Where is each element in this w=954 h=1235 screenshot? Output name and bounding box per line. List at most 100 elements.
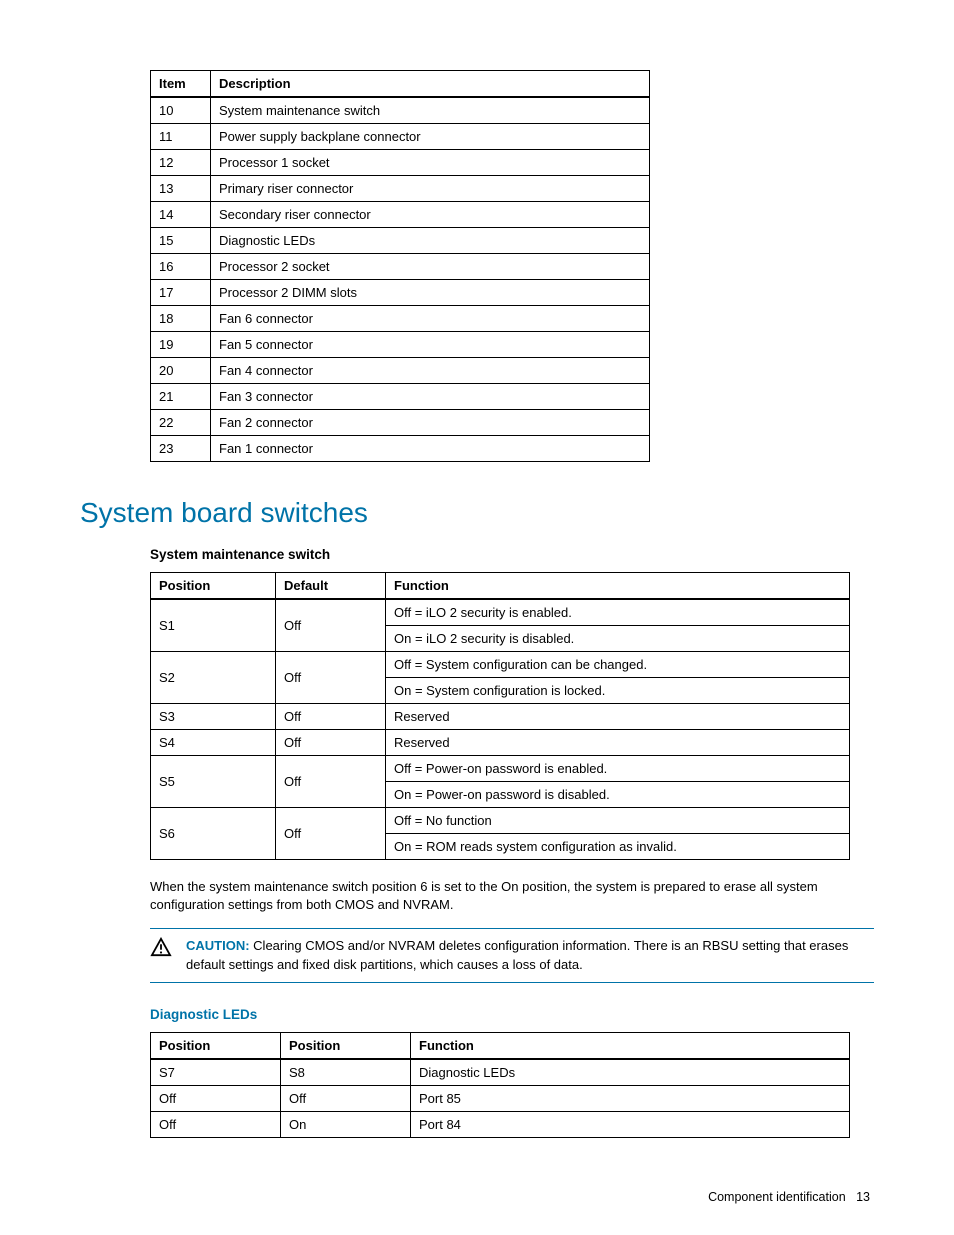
table-cell: 18 [151,306,211,332]
table-cell: Off [151,1085,281,1111]
table-row: S4OffReserved [151,730,850,756]
cell-function: On = iLO 2 security is disabled. [386,626,850,652]
cell-position: S3 [151,704,276,730]
switch-table-wrapper: Position Default Function S1OffOff = iLO… [150,572,874,860]
table-row: 15Diagnostic LEDs [151,228,650,254]
table-row: 20Fan 4 connector [151,358,650,384]
footer-section: Component identification [708,1190,846,1204]
table-cell: Secondary riser connector [211,202,650,228]
switch-table-body: S1OffOff = iLO 2 security is enabled.On … [151,599,850,860]
cell-function: On = System configuration is locked. [386,678,850,704]
component-table-wrapper: Item Description 10System maintenance sw… [150,70,874,462]
table-cell: Fan 2 connector [211,410,650,436]
table-cell: Fan 5 connector [211,332,650,358]
table-row: 14Secondary riser connector [151,202,650,228]
table-cell: 13 [151,176,211,202]
table-cell: Fan 3 connector [211,384,650,410]
table-cell: Processor 1 socket [211,150,650,176]
table-row: OffOnPort 84 [151,1111,850,1137]
cell-default: Off [276,599,386,652]
table-cell: Port 85 [411,1085,850,1111]
table-row: OffOffPort 85 [151,1085,850,1111]
caution-label: CAUTION: [186,938,250,953]
cell-default: Off [276,756,386,808]
maintenance-switch-subheading: System maintenance switch [150,547,874,562]
table-cell: Fan 6 connector [211,306,650,332]
cell-default: Off [276,704,386,730]
table-row: S3OffReserved [151,704,850,730]
table-cell: 10 [151,97,211,124]
table-cell: S7 [151,1059,281,1086]
table-cell: Diagnostic LEDs [211,228,650,254]
table-row: 22Fan 2 connector [151,410,650,436]
table-cell: Fan 1 connector [211,436,650,462]
table-cell: Diagnostic LEDs [411,1059,850,1086]
header-default: Default [276,573,386,600]
table-row: 17Processor 2 DIMM slots [151,280,650,306]
table-cell: 11 [151,124,211,150]
cell-function: Reserved [386,704,850,730]
table-row: 21Fan 3 connector [151,384,650,410]
caution-icon [150,937,172,960]
footer-page: 13 [856,1190,870,1204]
header-function: Function [411,1032,850,1059]
table-cell: On [281,1111,411,1137]
header-position: Position [151,573,276,600]
header-function: Function [386,573,850,600]
table-row: 11Power supply backplane connector [151,124,650,150]
table-cell: 20 [151,358,211,384]
component-table-body: 10System maintenance switch11Power suppl… [151,97,650,462]
table-row: 13Primary riser connector [151,176,650,202]
table-cell: 15 [151,228,211,254]
table-cell: 16 [151,254,211,280]
table-header-row: Item Description [151,71,650,98]
table-row: S1OffOff = iLO 2 security is enabled. [151,599,850,626]
page-footer: Component identification 13 [80,1190,874,1204]
table-cell: 19 [151,332,211,358]
table-cell: 14 [151,202,211,228]
table-cell: Primary riser connector [211,176,650,202]
table-cell: 23 [151,436,211,462]
table-cell: Off [151,1111,281,1137]
header-position: Position [151,1032,281,1059]
cell-position: S6 [151,808,276,860]
switch-table: Position Default Function S1OffOff = iLO… [150,572,850,860]
table-cell: Fan 4 connector [211,358,650,384]
maintenance-paragraph: When the system maintenance switch posit… [150,878,874,914]
table-row: S7S8Diagnostic LEDs [151,1059,850,1086]
table-row: 16Processor 2 socket [151,254,650,280]
table-cell: Processor 2 socket [211,254,650,280]
cell-position: S4 [151,730,276,756]
table-row: S2OffOff = System configuration can be c… [151,652,850,678]
cell-default: Off [276,730,386,756]
table-cell: S8 [281,1059,411,1086]
caution-box: CAUTION: Clearing CMOS and/or NVRAM dele… [150,928,874,982]
cell-function: Reserved [386,730,850,756]
cell-default: Off [276,808,386,860]
cell-function: Off = iLO 2 security is enabled. [386,599,850,626]
cell-default: Off [276,652,386,704]
leds-table-wrapper: Position Position Function S7S8Diagnosti… [150,1032,874,1138]
header-item: Item [151,71,211,98]
table-header-row: Position Position Function [151,1032,850,1059]
cell-position: S2 [151,652,276,704]
component-table: Item Description 10System maintenance sw… [150,70,650,462]
diagnostic-leds-subheading: Diagnostic LEDs [150,1007,874,1022]
section-title: System board switches [80,497,874,529]
table-cell: Processor 2 DIMM slots [211,280,650,306]
table-row: 18Fan 6 connector [151,306,650,332]
cell-function: Off = System configuration can be change… [386,652,850,678]
leds-table-body: S7S8Diagnostic LEDsOffOffPort 85OffOnPor… [151,1059,850,1138]
table-cell: 12 [151,150,211,176]
cell-function: On = Power-on password is disabled. [386,782,850,808]
table-cell: System maintenance switch [211,97,650,124]
table-row: 10System maintenance switch [151,97,650,124]
cell-position: S5 [151,756,276,808]
caution-body: Clearing CMOS and/or NVRAM deletes confi… [186,938,848,971]
table-cell: Port 84 [411,1111,850,1137]
table-row: S6OffOff = No function [151,808,850,834]
table-cell: Off [281,1085,411,1111]
table-header-row: Position Default Function [151,573,850,600]
cell-function: Off = No function [386,808,850,834]
table-row: 23Fan 1 connector [151,436,650,462]
